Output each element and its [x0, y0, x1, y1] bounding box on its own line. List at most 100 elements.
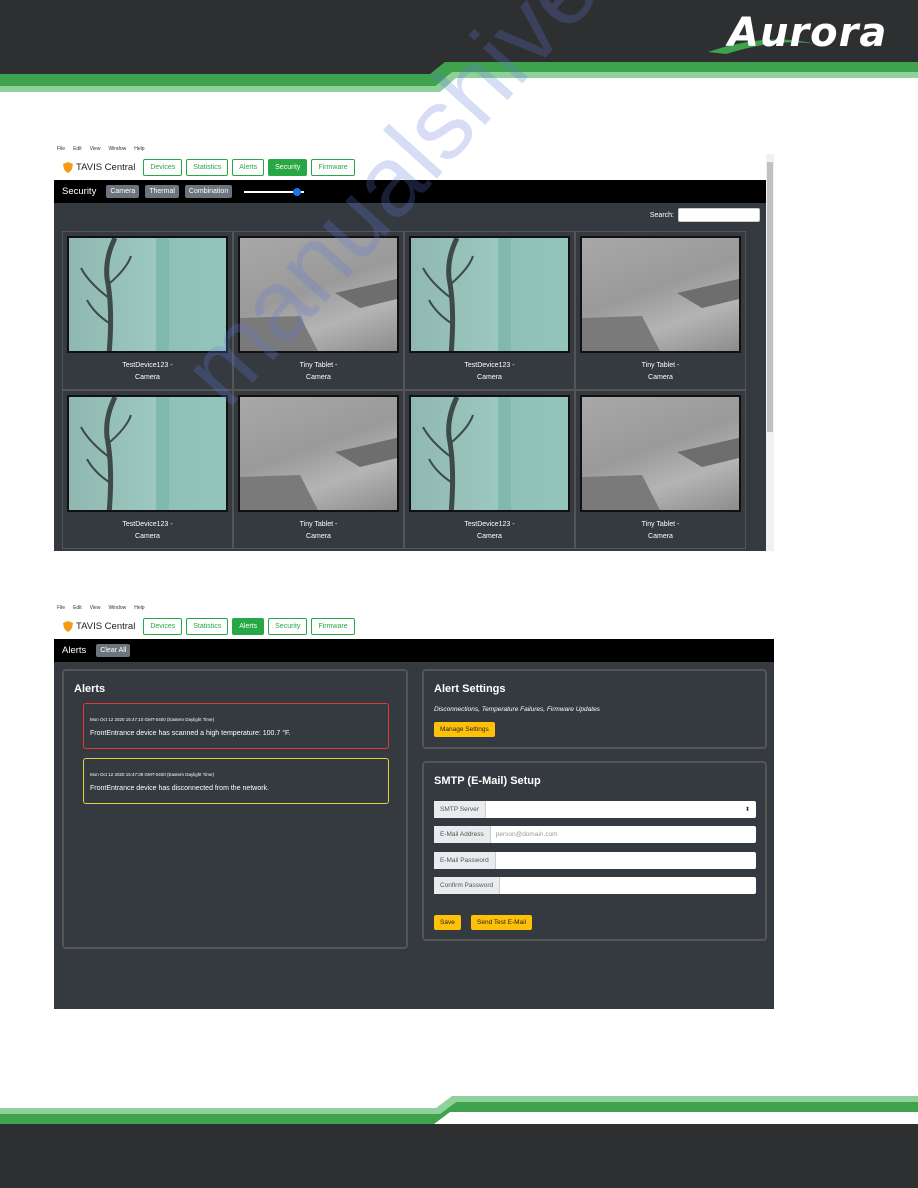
camera-tile-label: Tiny Tablet - Camera: [234, 360, 403, 384]
tab-devices[interactable]: Devices: [143, 158, 183, 176]
camera-feed-image: [67, 395, 228, 512]
filter-camera-button[interactable]: Camera: [106, 185, 140, 198]
menu-file[interactable]: File: [57, 146, 65, 152]
tab-alerts[interactable]: Alerts: [232, 158, 265, 176]
menu-file[interactable]: File: [57, 605, 65, 611]
clear-all-button[interactable]: Clear All: [96, 644, 131, 657]
tab-security[interactable]: Security: [268, 617, 308, 635]
scroll-thumb[interactable]: [767, 162, 773, 432]
zoom-slider[interactable]: [244, 186, 305, 198]
tab-devices[interactable]: Devices: [143, 617, 183, 635]
tab-alerts[interactable]: Alerts: [232, 617, 265, 635]
security-window: File Edit View Window Help TAVIS Central…: [54, 144, 774, 551]
app-brand[interactable]: TAVIS Central: [63, 620, 136, 632]
manual-page: Aurora File Edit View Window Help TAVIS …: [0, 0, 918, 1188]
menu-view[interactable]: View: [90, 605, 101, 611]
email-address-field[interactable]: E-Mail Address person@domain.com: [434, 826, 756, 843]
menu-bar: File Edit View Window Help: [54, 603, 774, 613]
search-input[interactable]: [678, 208, 760, 222]
menu-edit[interactable]: Edit: [73, 146, 82, 152]
smtp-server-select[interactable]: SMTP Server ⬍: [434, 801, 756, 818]
tab-firmware[interactable]: Firmware: [311, 617, 355, 635]
menu-help[interactable]: Help: [134, 146, 144, 152]
menu-bar: File Edit View Window Help: [54, 144, 774, 154]
alert-card-disconnect[interactable]: Mon Oct 12 2020 15:47:39 GMT-0400 (Easte…: [83, 758, 389, 804]
feed-type: Camera: [477, 533, 502, 540]
device-name: Tiny Tablet -: [299, 521, 338, 528]
save-button[interactable]: Save: [434, 915, 461, 930]
camera-feed-image: [67, 236, 228, 353]
alerts-window: File Edit View Window Help TAVIS Central…: [54, 603, 774, 1009]
camera-tile-label: Tiny Tablet - Camera: [576, 519, 745, 543]
alerts-toolbar: Alerts Clear All: [54, 639, 774, 662]
slider-thumb[interactable]: [293, 187, 302, 196]
select-arrows-icon: ⬍: [744, 807, 750, 813]
scrollbar[interactable]: [766, 154, 774, 551]
smtp-title: SMTP (E-Mail) Setup: [434, 775, 541, 787]
filter-combination-button[interactable]: Combination: [184, 185, 233, 198]
security-toolbar: Security Camera Thermal Combination: [54, 180, 774, 203]
device-name: TestDevice123 -: [122, 521, 173, 528]
device-name: TestDevice123 -: [464, 362, 515, 369]
footer-band: [0, 1096, 918, 1188]
search-label: Search:: [649, 211, 674, 219]
camera-tile-label: TestDevice123 - Camera: [405, 519, 574, 543]
feed-type: Camera: [648, 533, 673, 540]
confirm-password-field[interactable]: Confirm Password: [434, 877, 756, 894]
camera-tile[interactable]: TestDevice123 - Camera: [62, 231, 233, 390]
page-title: Alerts: [62, 645, 87, 656]
alert-settings-subtitle: Disconnections, Temperature Failures, Fi…: [434, 706, 600, 713]
alert-timestamp: Mon Oct 12 2020 15:47:10 GMT-0400 (Easte…: [90, 717, 215, 722]
menu-help[interactable]: Help: [134, 605, 144, 611]
camera-feed-image: [409, 236, 570, 353]
menu-view[interactable]: View: [90, 146, 101, 152]
alert-message: FrontEntrance device has disconnected fr…: [90, 785, 269, 792]
tab-statistics[interactable]: Statistics: [186, 158, 229, 176]
tab-security[interactable]: Security: [268, 158, 308, 176]
filter-thermal-button[interactable]: Thermal: [145, 185, 179, 198]
camera-tile[interactable]: Tiny Tablet - Camera: [233, 231, 404, 390]
aurora-logo: Aurora: [728, 10, 888, 56]
camera-tile[interactable]: Tiny Tablet - Camera: [575, 390, 746, 549]
feed-type: Camera: [306, 374, 331, 381]
alert-message: FrontEntrance device has scanned a high …: [90, 730, 291, 737]
app-name: TAVIS Central: [76, 620, 136, 632]
device-name: TestDevice123 -: [464, 521, 515, 528]
alert-settings-panel: Alert Settings Disconnections, Temperatu…: [422, 669, 767, 749]
feed-type: Camera: [306, 533, 331, 540]
device-name: Tiny Tablet -: [299, 362, 338, 369]
camera-tile[interactable]: Tiny Tablet - Camera: [233, 390, 404, 549]
camera-tile-label: TestDevice123 - Camera: [63, 519, 232, 543]
device-name: Tiny Tablet -: [641, 521, 680, 528]
camera-tile[interactable]: TestDevice123 - Camera: [62, 390, 233, 549]
camera-feed-image: [580, 395, 741, 512]
camera-tile[interactable]: TestDevice123 - Camera: [404, 231, 575, 390]
email-address-placeholder: person@domain.com: [495, 831, 558, 838]
alerts-panel-title: Alerts: [74, 683, 106, 695]
smtp-setup-panel: SMTP (E-Mail) Setup SMTP Server ⬍ E-Mail…: [422, 761, 767, 941]
email-password-field[interactable]: E-Mail Password: [434, 852, 756, 869]
feed-type: Camera: [648, 374, 673, 381]
feed-type: Camera: [135, 533, 160, 540]
camera-feed-image: [580, 236, 741, 353]
send-test-email-button[interactable]: Send Test E-Mail: [471, 915, 533, 930]
alert-settings-title: Alert Settings: [434, 683, 506, 695]
camera-tile[interactable]: TestDevice123 - Camera: [404, 390, 575, 549]
email-password-label: E-Mail Password: [434, 852, 496, 869]
manage-settings-button[interactable]: Manage Settings: [434, 722, 495, 737]
tab-firmware[interactable]: Firmware: [311, 158, 355, 176]
menu-window[interactable]: Window: [108, 605, 126, 611]
alerts-list-panel: Alerts Mon Oct 12 2020 15:47:10 GMT-0400…: [62, 669, 408, 949]
camera-feed-image: [238, 236, 399, 353]
camera-tile[interactable]: Tiny Tablet - Camera: [575, 231, 746, 390]
menu-edit[interactable]: Edit: [73, 605, 82, 611]
shield-icon: [63, 620, 73, 632]
confirm-password-label: Confirm Password: [434, 877, 501, 894]
camera-tile-label: TestDevice123 - Camera: [405, 360, 574, 384]
tab-statistics[interactable]: Statistics: [186, 617, 229, 635]
alert-card-temperature[interactable]: Mon Oct 12 2020 15:47:10 GMT-0400 (Easte…: [83, 703, 389, 749]
menu-window[interactable]: Window: [108, 146, 126, 152]
device-name: TestDevice123 -: [122, 362, 173, 369]
camera-grid: TestDevice123 - Camera Tiny Tablet - Camera…: [62, 231, 748, 549]
app-brand[interactable]: TAVIS Central: [63, 161, 135, 173]
